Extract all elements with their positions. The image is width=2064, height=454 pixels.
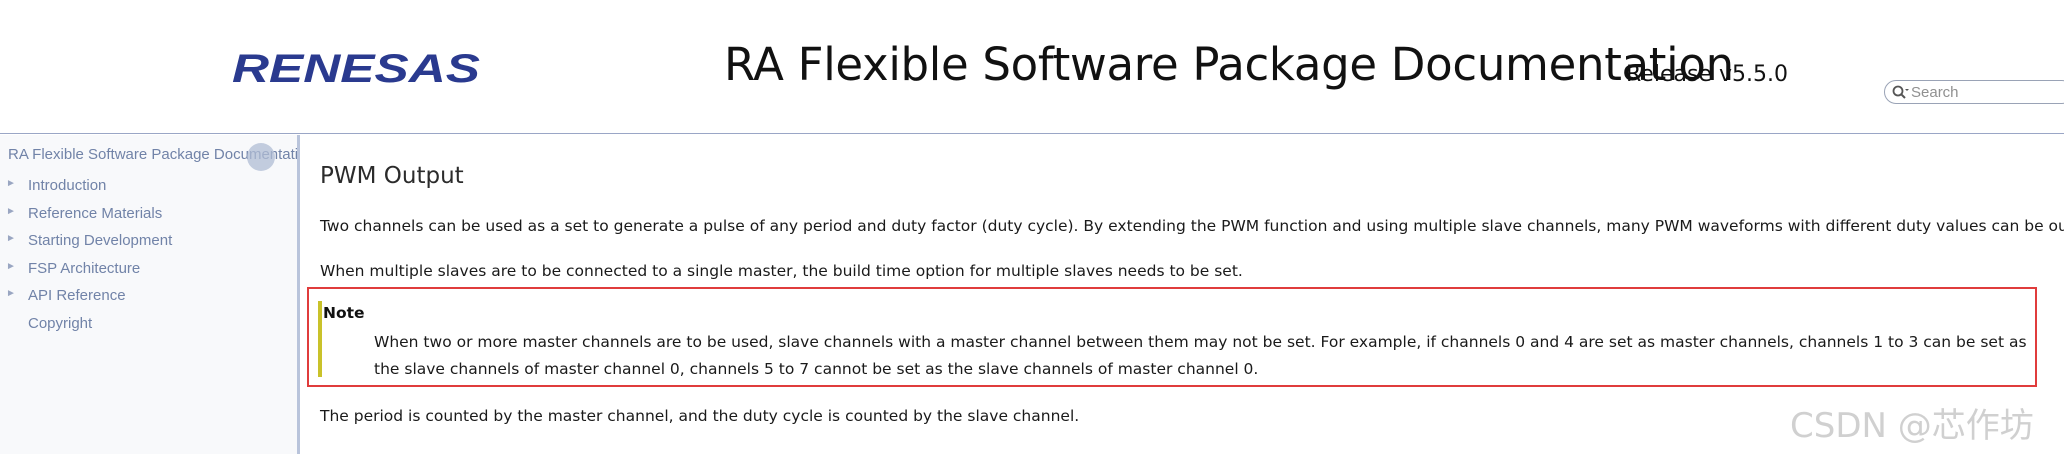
page-title: PWM Output	[320, 163, 464, 189]
paragraph-period-duty: The period is counted by the master chan…	[320, 407, 1080, 425]
nav-item-reference-materials[interactable]: ► Reference Materials	[0, 203, 297, 231]
note-text: When two or more master channels are to …	[374, 333, 2027, 378]
note-bar	[318, 301, 322, 377]
nav-item-label[interactable]: Starting Development	[28, 232, 172, 249]
project-title: RA Flexible Software Package Documentati…	[724, 38, 1734, 91]
search-icon[interactable]	[1891, 84, 1909, 100]
project-number: Release v5.5.0	[1626, 62, 1788, 87]
nav-item-introduction[interactable]: ► Introduction	[0, 175, 297, 203]
expand-arrow-icon[interactable]: ►	[6, 261, 16, 272]
logo-text: RENESAS	[232, 47, 480, 90]
nav-item-fsp-architecture[interactable]: ► FSP Architecture	[0, 258, 297, 286]
expand-arrow-icon[interactable]: ►	[6, 206, 16, 217]
sync-button[interactable]	[247, 143, 275, 171]
nav-item-label[interactable]: FSP Architecture	[28, 260, 140, 277]
nav-item-label[interactable]: Copyright	[28, 315, 92, 332]
nav-item-label[interactable]: Introduction	[28, 177, 106, 194]
nav-item-starting-development[interactable]: ► Starting Development	[0, 230, 297, 258]
expand-arrow-icon[interactable]: ►	[6, 233, 16, 244]
renesas-logo[interactable]: RENESAS	[232, 44, 482, 90]
expand-arrow-icon[interactable]: ►	[6, 288, 16, 299]
nav-sidebar: RA Flexible Software Package Documentati…	[0, 135, 300, 454]
nav-item-label[interactable]: API Reference	[28, 287, 126, 304]
nav-list: ► Introduction ► Reference Materials ► S…	[0, 175, 297, 340]
watermark: CSDN @芯作坊	[1790, 406, 2034, 446]
top-header: RENESAS RA Flexible Software Package Doc…	[0, 0, 2064, 134]
nav-item-copyright[interactable]: Copyright	[0, 313, 297, 341]
note-highlight-box: Note When two or more master channels ar…	[307, 287, 2037, 387]
search-input[interactable]	[1911, 83, 2061, 101]
expand-arrow-icon[interactable]: ►	[6, 178, 16, 189]
paragraph-multiple-slaves: When multiple slaves are to be connected…	[320, 262, 1243, 280]
nav-item-api-reference[interactable]: ► API Reference	[0, 285, 297, 313]
nav-item-label[interactable]: Reference Materials	[28, 205, 162, 222]
paragraph-pwm-intro: Two channels can be used as a set to gen…	[320, 217, 2064, 235]
note-title: Note	[323, 304, 365, 322]
search-box[interactable]	[1884, 80, 2064, 104]
